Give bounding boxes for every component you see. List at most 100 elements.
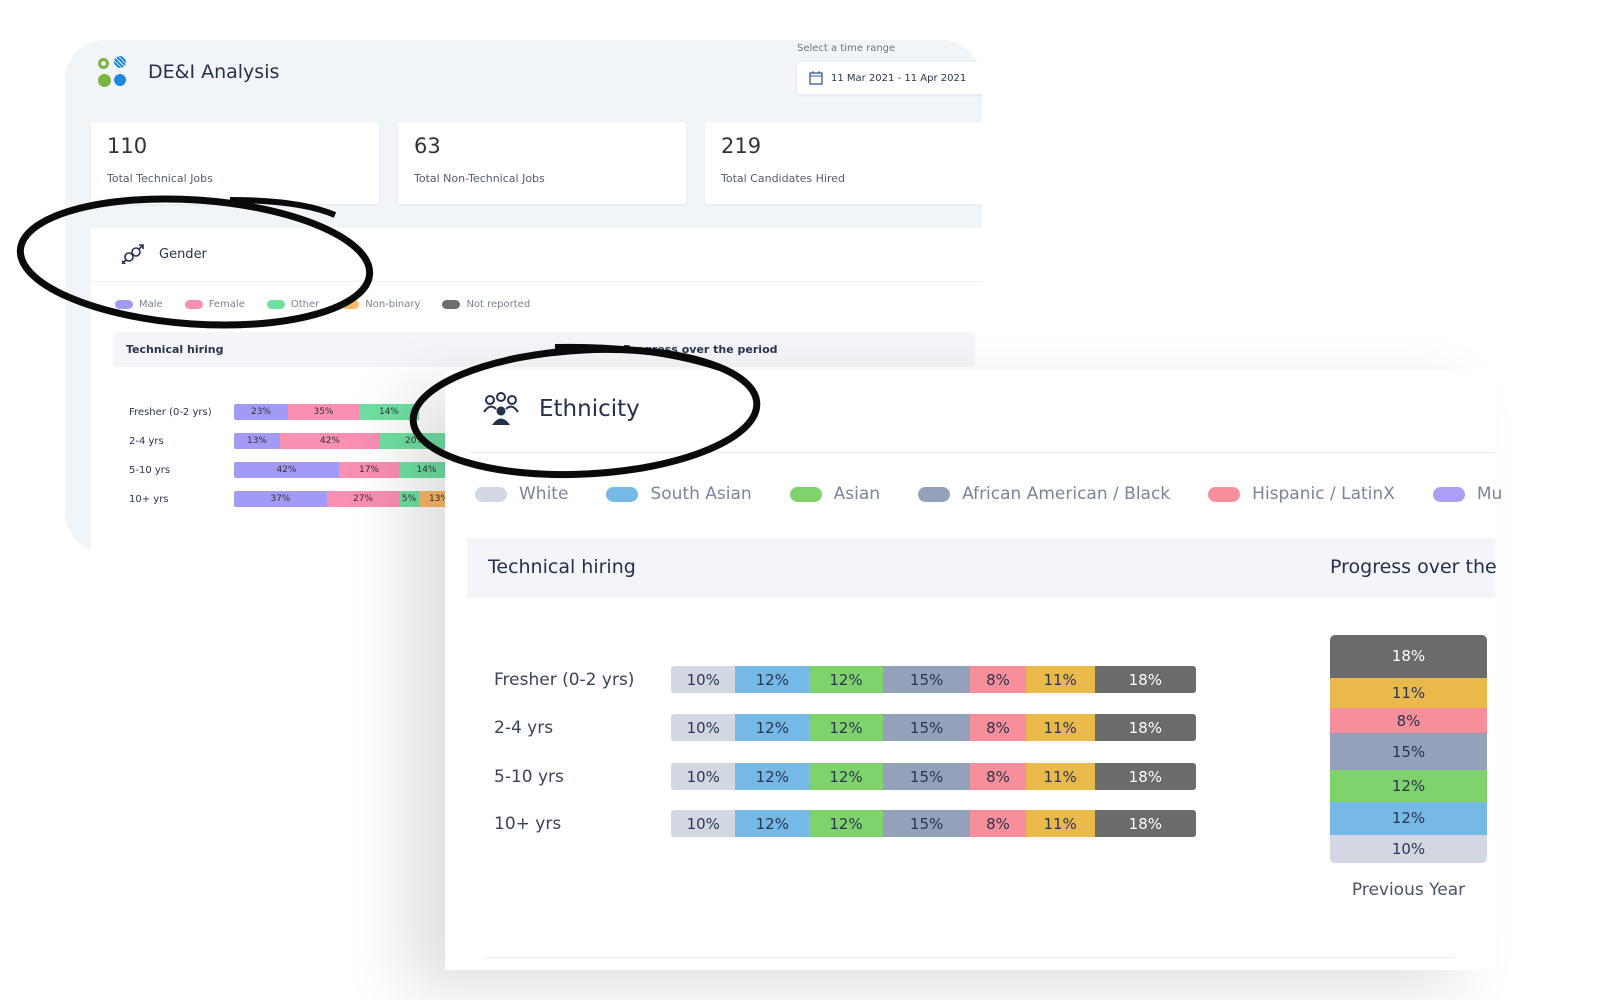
ethnicity-bar: 10% 12% 12% 15% 8% 11% 18% [671, 714, 1196, 741]
bar-segment: 23% [234, 404, 288, 420]
stat-label: Total Non-Technical Jobs [414, 172, 545, 185]
legend-swatch [1432, 486, 1465, 502]
bar-segment: 18% [1094, 666, 1196, 693]
bar-segment: 8% [970, 810, 1026, 837]
stack-segment: 15% [1330, 732, 1487, 771]
stack-segment: 11% [1330, 677, 1487, 709]
legend-label: Male [139, 299, 163, 310]
legend-item[interactable]: Other [266, 299, 320, 310]
technical-hiring-label: Technical hiring [126, 343, 224, 356]
stat-card-candidates-hired: 219 Total Candidates Hired [705, 122, 982, 204]
bar-segment: 18% [1094, 714, 1196, 741]
bar-segment: 12% [809, 763, 883, 790]
bar-segment: 8% [970, 763, 1026, 790]
legend-label: African American / Black [962, 484, 1171, 504]
page-title: DE&I Analysis [148, 61, 280, 83]
technical-hiring-label: Technical hiring [488, 556, 636, 578]
logo-icon [98, 56, 130, 88]
legend-item[interactable]: Mu [1432, 484, 1503, 504]
stack-segment: 8% [1330, 708, 1487, 733]
bar-segment: 10% [671, 763, 736, 790]
row-label: 5-10 yrs [129, 464, 171, 476]
bar-segment: 14% [359, 404, 419, 420]
row-label: 10+ yrs [494, 813, 562, 834]
previous-year-label: Previous Year [1351, 880, 1466, 900]
bar-segment: 10% [671, 666, 736, 693]
legend-item[interactable]: Non-binary [341, 299, 420, 310]
legend-item[interactable]: Female [184, 299, 245, 310]
legend-item[interactable]: Male [115, 299, 163, 310]
bar-segment: 10% [671, 714, 736, 741]
legend-swatch [266, 300, 285, 309]
legend-swatch [184, 300, 203, 309]
ethnicity-bar: 10% 12% 12% 15% 8% 11% 18% [671, 666, 1196, 693]
row-label: 5-10 yrs [494, 766, 564, 787]
bar-segment: 12% [809, 810, 883, 837]
bar-segment: 11% [1025, 666, 1095, 693]
bar-segment: 12% [735, 714, 810, 741]
ethnicity-row: 2-4 yrs 10% 12% 12% 15% 8% 11% 18% [494, 714, 1196, 741]
legend-swatch [789, 486, 822, 502]
legend-item[interactable]: White [475, 484, 568, 504]
progress-label: Progress over the period [623, 343, 778, 356]
row-label: 2-4 yrs [494, 717, 554, 738]
ethnicity-row: 5-10 yrs 10% 12% 12% 15% 8% 11% 18% [494, 763, 1196, 790]
stat-value: 219 [721, 134, 762, 158]
row-label: Fresher (0-2 yrs) [129, 406, 212, 418]
legend-item[interactable]: African American / Black [918, 484, 1170, 504]
legend-item[interactable]: South Asian [606, 484, 752, 504]
bar-segment: 15% [882, 810, 971, 837]
stack-segment: 18% [1330, 635, 1487, 678]
bar-segment: 17% [339, 462, 399, 478]
stack-segment: 10% [1330, 834, 1487, 863]
ethnicity-title: Ethnicity [539, 396, 640, 422]
bar-segment: 13% [234, 433, 280, 449]
legend-item[interactable]: Not reported [442, 299, 530, 310]
legend-label: Non-binary [365, 299, 421, 310]
bar-segment: 12% [735, 810, 810, 837]
ethnicity-card: Ethnicity White South Asian Asian African A… [445, 370, 1502, 970]
legend-item[interactable]: Hispanic / LatinX [1208, 484, 1395, 504]
bar-segment: 5% [399, 491, 419, 507]
ethnicity-legend: White South Asian Asian African American / … [475, 484, 1502, 504]
bar-segment: 8% [970, 714, 1026, 741]
bar-segment: 12% [735, 763, 810, 790]
time-range-label: Select a time range [797, 43, 896, 54]
stack-segment: 12% [1330, 802, 1487, 835]
stat-value: 110 [107, 134, 148, 158]
bar-segment: 15% [882, 714, 971, 741]
stat-card-technical-jobs: 110 Total Technical Jobs [91, 122, 379, 204]
time-range-select[interactable]: 11 Mar 2021 - 11 Apr 2021 ⌄ [797, 62, 982, 94]
ethnicity-row: Fresher (0-2 yrs) 10% 12% 12% 15% 8% 11% 18% [494, 666, 1196, 693]
bar-segment: 11% [1025, 763, 1095, 790]
calendar-icon [809, 71, 823, 85]
legend-item[interactable]: Asian [789, 484, 881, 504]
row-label: 2-4 yrs [129, 435, 164, 447]
bar-segment: 12% [809, 666, 883, 693]
legend-label: Not reported [466, 299, 531, 310]
bar-segment: 37% [234, 491, 327, 507]
bar-segment: 18% [1094, 810, 1196, 837]
bar-segment: 10% [671, 810, 736, 837]
bar-segment: 15% [882, 666, 971, 693]
previous-year-stacked-bar: 18% 11% 8% 15% 12% 12% 10% [1330, 635, 1487, 863]
legend-swatch [341, 300, 360, 309]
progress-label: Progress over the [1330, 556, 1497, 578]
legend-label: Mu [1476, 484, 1503, 504]
stat-value: 63 [414, 134, 441, 158]
legend-label: Asian [833, 484, 881, 504]
ethnicity-section-header: Technical hiring Progress over the [467, 538, 1497, 598]
bar-segment: 12% [735, 666, 810, 693]
time-range-value: 11 Mar 2021 - 11 Apr 2021 [831, 72, 967, 84]
divider [485, 957, 1455, 958]
legend-swatch [1208, 486, 1241, 502]
legend-swatch [442, 300, 461, 309]
legend-label: Other [290, 299, 320, 310]
bar-segment: 35% [288, 404, 359, 420]
bar-segment: 18% [1094, 763, 1196, 790]
bar-segment: 12% [809, 714, 883, 741]
gender-section-header: Technical hiring Progress over the perio… [113, 332, 975, 367]
stack-segment: 12% [1330, 770, 1487, 803]
bar-segment: 8% [970, 666, 1026, 693]
legend-label: South Asian [650, 484, 752, 504]
